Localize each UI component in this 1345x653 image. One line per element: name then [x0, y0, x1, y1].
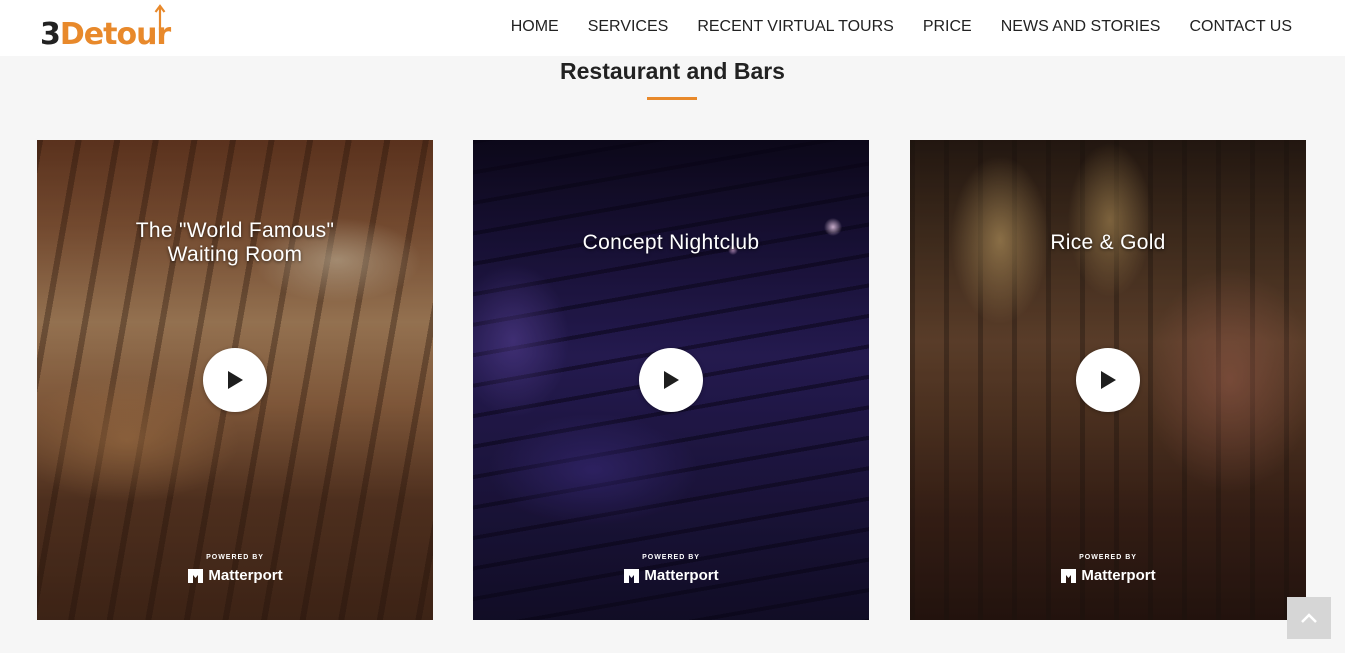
tour-title: Rice & Gold: [930, 231, 1286, 255]
play-icon: [664, 371, 679, 389]
matterport-logo-icon: [188, 569, 204, 583]
site-logo[interactable]: 3 Detour: [40, 4, 171, 52]
matterport-badge: Matterport: [37, 567, 433, 585]
tour-card-rice-and-gold[interactable]: Rice & Gold POWERED BY Matterport: [910, 140, 1306, 620]
nav-recent-virtual-tours[interactable]: RECENT VIRTUAL TOURS: [697, 17, 894, 37]
powered-by-label: POWERED BY: [642, 554, 700, 561]
matterport-badge: Matterport: [473, 567, 869, 585]
play-icon: [228, 371, 243, 389]
scroll-to-top-button[interactable]: [1287, 597, 1331, 639]
main-nav: HOME SERVICES RECENT VIRTUAL TOURS PRICE…: [511, 17, 1292, 37]
nav-home[interactable]: HOME: [511, 17, 559, 37]
nav-services[interactable]: SERVICES: [588, 17, 669, 37]
tour-title: Concept Nightclub: [493, 231, 849, 255]
powered-by-label: POWERED BY: [206, 554, 264, 561]
nav-price[interactable]: PRICE: [923, 17, 972, 37]
tour-title-line-1: Concept Nightclub: [582, 231, 760, 254]
chevron-up-icon: [1301, 613, 1317, 623]
play-button[interactable]: [1076, 348, 1140, 412]
tour-title: The "World Famous" Waiting Room: [57, 219, 413, 267]
tour-title-line-2: Waiting Room: [167, 243, 303, 266]
play-icon: [1101, 371, 1116, 389]
matterport-logo-icon: [624, 569, 640, 583]
nav-news-and-stories[interactable]: NEWS AND STORIES: [1001, 17, 1161, 37]
logo-arrow-icon: [154, 4, 166, 30]
matterport-label: Matterport: [644, 567, 719, 584]
tour-card-waiting-room[interactable]: The "World Famous" Waiting Room POWERED …: [37, 140, 433, 620]
site-header: 3 Detour HOME SERVICES RECENT VIRTUAL TO…: [0, 0, 1345, 56]
tour-card-concept-nightclub[interactable]: Concept Nightclub POWERED BY Matterport: [473, 140, 869, 620]
tour-title-line-1: Rice & Gold: [1050, 231, 1166, 254]
logo-prefix: 3: [40, 17, 61, 52]
matterport-logo-icon: [1061, 569, 1077, 583]
title-underline: [647, 97, 697, 100]
matterport-label: Matterport: [1081, 567, 1156, 584]
play-button[interactable]: [203, 348, 267, 412]
matterport-label: Matterport: [208, 567, 283, 584]
tour-title-line-1: The "World Famous": [135, 219, 335, 242]
powered-by-label: POWERED BY: [1079, 554, 1137, 561]
play-button[interactable]: [639, 348, 703, 412]
nav-contact-us[interactable]: CONTACT US: [1189, 17, 1292, 37]
section-title: Restaurant and Bars: [560, 58, 785, 84]
matterport-badge: Matterport: [910, 567, 1306, 585]
